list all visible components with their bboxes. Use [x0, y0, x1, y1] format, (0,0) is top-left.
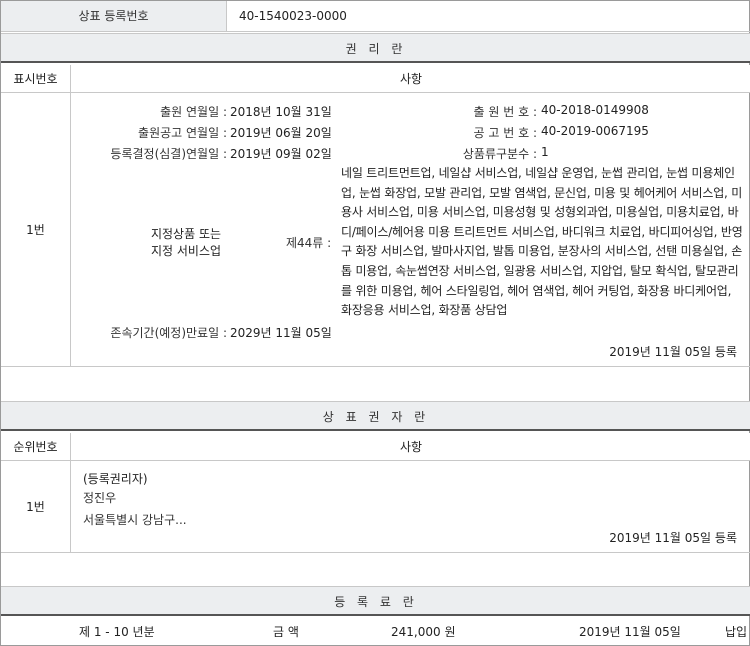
registration-number-label: 상표 등록번호 [1, 1, 227, 31]
publication-number-value: 40-2019-0067195 [541, 124, 649, 138]
rights-bottom-border [1, 366, 750, 367]
rights-section-title: 권 리 란 [1, 33, 750, 63]
application-date-label: 출원 연월일 : [160, 105, 227, 119]
rights-registered-stamp: 2019년 11월 05일 등록 [609, 345, 737, 359]
details-header: 사항 [399, 72, 423, 86]
publication-date-label: 출원공고 연월일 : [138, 126, 227, 140]
designated-goods-title: 지정상품 또는 지정 서비스업 [121, 226, 251, 260]
decision-date-value: 2019년 09월 02일 [230, 147, 332, 161]
application-number-value: 40-2018-0149908 [541, 103, 649, 117]
owner-details-header: 사항 [399, 440, 423, 454]
fee-period: 제 1 - 10 년분 [79, 625, 155, 639]
designated-goods-text: 네일 트리트먼트업, 네일샵 서비스업, 네일샵 운영업, 눈썹 관리업, 눈썹… [341, 166, 743, 318]
owner-role-tag: (등록권리자) [83, 472, 148, 486]
display-number-header: 표시번호 [1, 65, 71, 93]
document-frame: 상표 등록번호 40-1540023-0000 권 리 란 표시번호 사항 1번… [0, 0, 750, 646]
fee-amount-label: 금 액 [273, 625, 299, 639]
class-label: 제44류 : [286, 236, 332, 250]
registration-number-row: 상표 등록번호 40-1540023-0000 [1, 1, 750, 32]
owner-header-row: 순위번호 사항 [1, 433, 750, 461]
publication-number-label: 공 고 번 호 : [473, 126, 537, 140]
rights-header-row: 표시번호 사항 [1, 65, 750, 93]
fee-paid-date: 2019년 11월 05일 [579, 625, 681, 639]
application-date-value: 2018년 10월 31일 [230, 105, 332, 119]
designated-goods-title-line1: 지정상품 또는 [150, 227, 222, 241]
fee-section-title: 등 록 료 란 [1, 586, 750, 616]
owner-registered-stamp: 2019년 11월 05일 등록 [609, 531, 737, 545]
publication-date-value: 2019년 06월 20일 [230, 126, 332, 140]
owner-row-number: 1번 [1, 461, 71, 553]
registration-number-value: 40-1540023-0000 [239, 9, 347, 23]
decision-date-label: 등록결정(심결)연월일 : [110, 147, 227, 161]
owner-section-title: 상 표 권 자 란 [1, 401, 750, 431]
fee-row: 제 1 - 10 년분 금 액 241,000 원 2019년 11월 05일 … [1, 617, 750, 646]
rank-number-header: 순위번호 [1, 433, 71, 461]
designated-goods-title-line2: 지정 서비스업 [150, 244, 222, 258]
expiry-date-value: 2029년 11월 05일 [230, 326, 332, 340]
owner-name: 정진우 [83, 491, 117, 505]
application-number-label: 출 원 번 호 : [473, 105, 537, 119]
class-count-value: 1 [541, 145, 549, 159]
rights-row-number: 1번 [1, 93, 71, 367]
class-count-label: 상품류구분수 : [462, 147, 537, 161]
owner-address: 서울특별시 강남구... [83, 513, 187, 527]
expiry-date-label: 존속기간(예정)만료일 : [110, 326, 227, 340]
owner-bottom-border [1, 552, 750, 553]
fee-status: 납입 [725, 625, 748, 639]
fee-amount-value: 241,000 원 [391, 625, 456, 639]
